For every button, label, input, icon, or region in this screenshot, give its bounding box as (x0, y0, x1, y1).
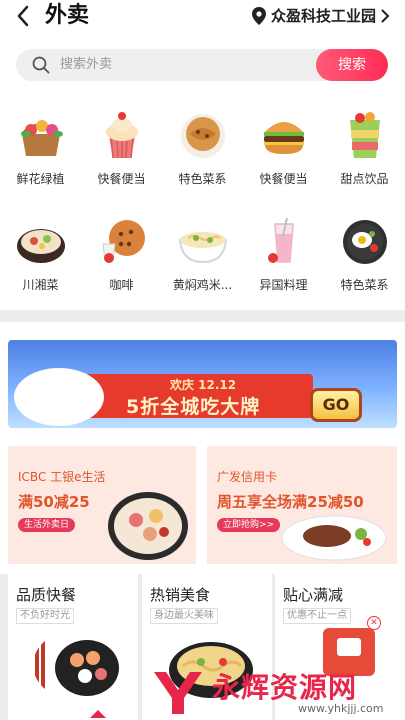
fried-egg-pan-icon (342, 220, 387, 264)
promo-pill[interactable]: 立即抢购>> (217, 518, 281, 532)
burger-icon (263, 122, 304, 154)
location-pin-icon (251, 6, 266, 25)
category-label: 特色菜系 (178, 172, 227, 186)
page: 外卖 众盈科技工业园 搜索外卖 搜索 鲜花绿植 快餐便当 特色菜系 快餐便当 甜… (0, 0, 405, 720)
section-divider (0, 310, 405, 322)
sushi-platter-image (35, 636, 119, 696)
category-label: 快餐便当 (259, 172, 308, 186)
search-box[interactable]: 搜索外卖 搜索 (16, 49, 388, 81)
category-item[interactable]: 黄焖鸡米... (162, 204, 243, 304)
cgb-promo-card[interactable]: 广发信用卡 周五享全场满25减50 立即抢购>> (207, 446, 397, 564)
category-item[interactable]: 快餐便当 (81, 98, 162, 198)
tab-indicator (90, 710, 106, 718)
card-subtitle: 优惠不止一点 (283, 608, 351, 624)
quality-fastfood-card[interactable]: 品质快餐 不负好时光 (8, 574, 138, 720)
location-label: 众盈科技工业园 (270, 7, 376, 25)
promo-banner[interactable]: 欢庆 12.12 5折全城吃大牌 GO (8, 340, 397, 428)
chevron-right-icon (381, 8, 390, 23)
hotpot-icon (16, 229, 65, 263)
promo-brand: 广发信用卡 (217, 470, 278, 484)
promo-offer: 周五享全场满25减50 (217, 493, 364, 511)
category-item[interactable]: 川湘菜 (0, 204, 81, 304)
search-input[interactable]: 搜索外卖 (60, 49, 112, 81)
category-item[interactable]: 快餐便当 (243, 98, 324, 198)
pancake-icon (180, 114, 225, 158)
smoothie-icon (267, 217, 294, 263)
category-label: 鲜花绿植 (16, 172, 65, 186)
promo-cards: ICBC 工银e生活 满50减25 生活外卖日 广发信用卡 周五享全场满25减5… (0, 434, 405, 574)
icbc-promo-card[interactable]: ICBC 工银e生活 满50减25 生活外卖日 (8, 446, 196, 564)
promo-offer: 满50减25 (18, 493, 90, 511)
category-item[interactable]: 鲜花绿植 (0, 98, 81, 198)
back-arrow-icon[interactable] (10, 2, 38, 30)
card-subtitle: 身边最火美味 (150, 608, 218, 624)
category-item[interactable]: 甜点饮品 (324, 98, 405, 198)
category-label: 快餐便当 (97, 172, 146, 186)
watermark-text: 永辉资源网 (212, 671, 358, 704)
promo-brand: ICBC 工银e生活 (18, 470, 106, 484)
party-platter-image (108, 492, 188, 560)
promo-pill[interactable]: 生活外卖日 (18, 518, 76, 532)
category-item[interactable]: 异国料理 (243, 204, 324, 304)
watermark-url: www.yhkjjj.com (298, 702, 384, 715)
banner-go-button[interactable]: GO (310, 388, 362, 422)
search-button[interactable]: 搜索 (316, 49, 388, 81)
coffee-cookie-icon (101, 220, 145, 263)
flower-basket-icon (20, 120, 63, 156)
category-label: 川湘菜 (22, 278, 59, 292)
category-label: 特色菜系 (340, 278, 389, 292)
category-label: 黄焖鸡米... (172, 278, 233, 292)
page-title: 外卖 (45, 3, 90, 28)
card-title: 热销美食 (150, 586, 211, 604)
category-item[interactable]: 特色菜系 (324, 204, 405, 304)
category-label: 咖啡 (109, 278, 134, 292)
search-section: 搜索外卖 搜索 (0, 40, 405, 98)
ad-image (337, 638, 361, 656)
category-label: 甜点饮品 (340, 172, 389, 186)
steak-plate-image (281, 515, 387, 561)
card-title: 贴心满减 (283, 586, 344, 604)
steak-plate-image (14, 368, 104, 426)
location-selector[interactable]: 众盈科技工业园 (251, 5, 395, 26)
card-subtitle: 不负好时光 (16, 608, 74, 624)
category-item[interactable]: 特色菜系 (162, 98, 243, 198)
noodle-bowl-icon (178, 232, 227, 264)
watermark: 永辉资源网 www.yhkjjj.com (150, 666, 405, 720)
banner-section: 欢庆 12.12 5折全城吃大牌 GO (0, 322, 405, 434)
parfait-icon (349, 112, 380, 158)
banner-event: 欢庆 12.12 (170, 378, 237, 392)
card-title: 品质快餐 (16, 586, 77, 604)
category-item[interactable]: 咖啡 (81, 204, 162, 304)
category-grid: 鲜花绿植 快餐便当 特色菜系 快餐便当 甜点饮品 川湘菜 咖啡 黄焖鸡米... … (0, 98, 405, 310)
search-icon (32, 56, 50, 74)
top-bar: 外卖 众盈科技工业园 (0, 0, 405, 40)
cupcake-icon (105, 112, 138, 159)
watermark-logo-icon (154, 672, 202, 714)
category-label: 异国料理 (259, 278, 308, 292)
banner-slogan: 5折全城吃大牌 (126, 396, 261, 418)
